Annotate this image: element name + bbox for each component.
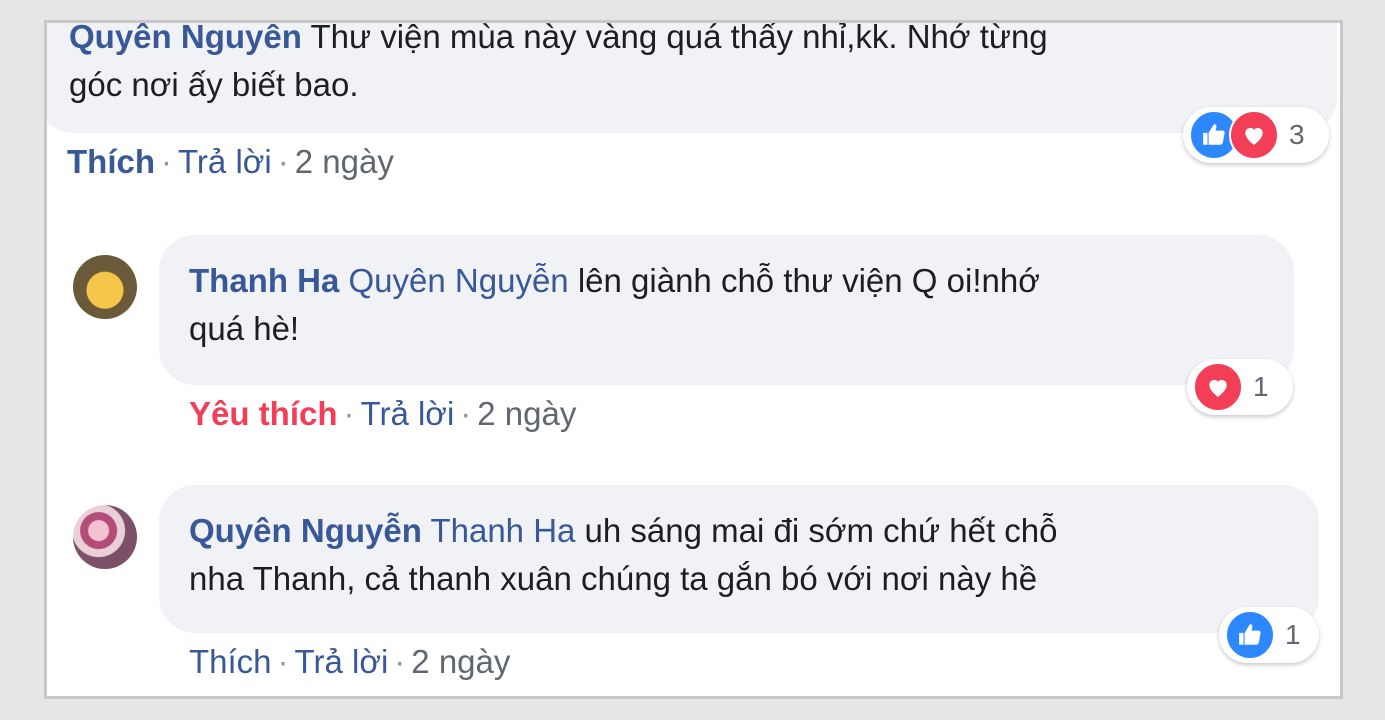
comment-text-line: Quyên Nguyễn Thư viện mùa này vàng quá t… <box>69 20 1337 61</box>
like-link[interactable]: Thích <box>189 643 272 680</box>
comment-text: lên giành chỗ thư viện Q oi!nhớ <box>568 262 1040 299</box>
separator: · <box>277 143 289 180</box>
separator: · <box>460 395 472 432</box>
reaction-count: 1 <box>1285 619 1301 650</box>
mention-tag[interactable]: Thanh Ha <box>430 512 575 549</box>
comment-text-line: góc nơi ấy biết bao. <box>69 66 359 103</box>
like-icon <box>1225 610 1275 660</box>
comment-text-line: Thanh Ha Quyên Nguyễn lên giành chỗ thư … <box>189 257 1274 305</box>
timestamp[interactable]: 2 ngày <box>477 395 576 432</box>
love-link[interactable]: Yêu thích <box>189 395 338 432</box>
reply-link[interactable]: Trả lời <box>178 143 272 180</box>
reaction-summary[interactable]: 1 <box>1219 607 1319 663</box>
separator: · <box>161 143 172 180</box>
comment-actions: Thích · Trả lời · 2 ngày <box>67 143 394 181</box>
reaction-count: 1 <box>1253 371 1269 402</box>
comment-bubble: Quyên Nguyễn Thanh Ha uh sáng mai đi sớm… <box>159 485 1319 633</box>
comment-text: uh sáng mai đi sớm chứ hết chỗ <box>575 512 1058 549</box>
comment-bubble: Thanh Ha Quyên Nguyễn lên giành chỗ thư … <box>159 235 1294 385</box>
like-link[interactable]: Thích <box>67 143 155 180</box>
comment-text: Thư viện mùa này vàng quá thấy nhỉ,kk. N… <box>301 20 1048 55</box>
timestamp[interactable]: 2 ngày <box>411 643 510 680</box>
reaction-summary[interactable]: 3 <box>1183 107 1329 163</box>
mention-tag[interactable]: Quyên Nguyễn <box>349 262 569 299</box>
comment-text-line: quá hè! <box>189 310 300 347</box>
comment-text-line: Quyên Nguyễn Thanh Ha uh sáng mai đi sớm… <box>189 507 1299 555</box>
comment-actions: Yêu thích · Trả lời · 2 ngày <box>189 395 576 433</box>
love-icon <box>1229 110 1279 160</box>
avatar[interactable] <box>73 505 137 569</box>
separator: · <box>394 643 406 680</box>
separator: · <box>277 643 289 680</box>
reaction-count: 3 <box>1289 119 1305 150</box>
comment-bubble: Quyên Nguyễn Thư viện mùa này vàng quá t… <box>47 20 1337 133</box>
comment-author[interactable]: Quyên Nguyễn <box>69 23 302 55</box>
comment-author[interactable]: Thanh Ha <box>189 262 339 299</box>
reply-link[interactable]: Trả lời <box>295 643 389 680</box>
avatar[interactable] <box>73 255 137 319</box>
timestamp[interactable]: 2 ngày <box>295 143 394 180</box>
reply-link[interactable]: Trả lời <box>361 395 455 432</box>
love-icon <box>1193 362 1243 412</box>
comment-thread: Quyên Nguyễn Thư viện mùa này vàng quá t… <box>44 20 1343 699</box>
reaction-summary[interactable]: 1 <box>1187 359 1293 415</box>
comment-actions: Thích · Trả lời · 2 ngày <box>189 643 510 681</box>
comment-text-line: nha Thanh, cả thanh xuân chúng ta gắn bó… <box>189 560 1038 597</box>
comment-author[interactable]: Quyên Nguyễn <box>189 512 422 549</box>
separator: · <box>343 395 355 432</box>
